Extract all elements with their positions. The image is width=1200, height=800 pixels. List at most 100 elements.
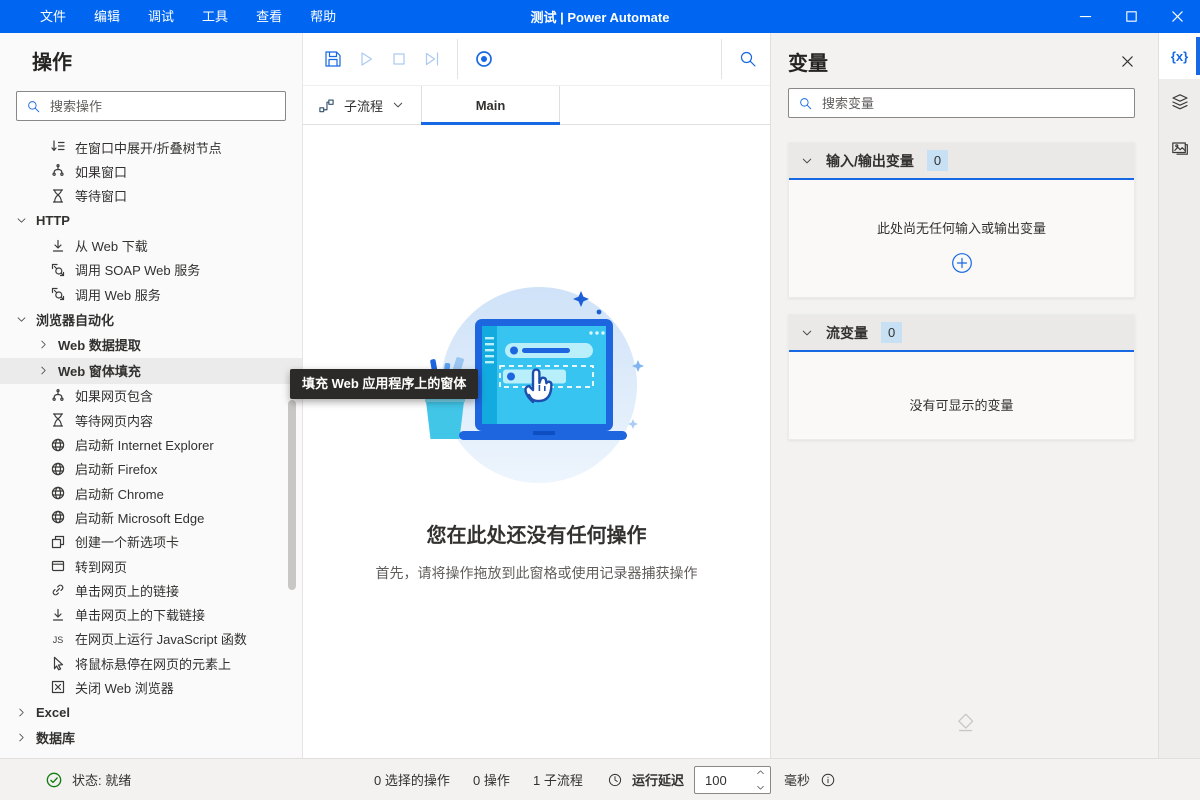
info-icon[interactable]	[820, 772, 836, 788]
tree-item-label: 在窗口中展开/折叠树节点	[75, 138, 222, 157]
spinner-arrows[interactable]	[755, 765, 766, 795]
branch-icon	[50, 163, 66, 179]
actions-tree: 在窗口中展开/折叠树节点如果窗口等待窗口 HTTP 从 Web 下载调用 SOAP …	[0, 135, 302, 751]
tree-action-item[interactable]: 启动新 Internet Explorer	[0, 432, 302, 456]
maximize-button[interactable]	[1108, 0, 1154, 33]
tree-action-item[interactable]: 如果窗口	[0, 159, 302, 183]
tree-action-item[interactable]: 调用 Web 服务	[0, 282, 302, 306]
tree-action-item[interactable]: 启动新 Microsoft Edge	[0, 505, 302, 529]
add-variable-button[interactable]	[951, 252, 973, 274]
chevron-right-icon	[16, 707, 27, 718]
actions-scrollbar-thumb[interactable]	[288, 400, 296, 590]
stop-button[interactable]	[382, 43, 415, 76]
menu-item-1[interactable]: 编辑	[80, 0, 134, 33]
variables-title: 变量	[788, 47, 828, 76]
rail-item-images[interactable]	[1159, 125, 1200, 171]
tree-action-item[interactable]: 等待窗口	[0, 184, 302, 208]
tree-action-item[interactable]: 在窗口中展开/折叠树节点	[0, 135, 302, 159]
run-delay-spinner	[694, 766, 771, 794]
tree-group-item[interactable]: HTTP	[0, 208, 302, 234]
tree-action-item[interactable]: 调用 SOAP Web 服务	[0, 258, 302, 282]
chevron-right-icon	[38, 339, 49, 350]
delay-unit: 毫秒	[784, 770, 810, 789]
status-count-0: 0 选择的操作	[374, 759, 450, 800]
tree-action-item[interactable]: 启动新 Firefox	[0, 457, 302, 481]
tree-action-item[interactable]: 单击网页上的链接	[0, 578, 302, 602]
menu-item-3[interactable]: 工具	[188, 0, 242, 33]
variables-section-label: 输入/输出变量	[826, 151, 914, 171]
tree-group-item[interactable]: Web 数据提取	[0, 332, 302, 358]
menu-item-0[interactable]: 文件	[26, 0, 80, 33]
tree-action-item[interactable]: 创建一个新选项卡	[0, 530, 302, 554]
tree-action-item[interactable]: 转到网页	[0, 554, 302, 578]
tree-item-label: HTTP	[36, 213, 70, 228]
rail-item-ui-elements[interactable]	[1159, 79, 1200, 125]
statusbar: 状态: 就绪 0 选择的操作0 操作1 子流程 运行延迟 毫秒	[0, 758, 1200, 800]
record-button[interactable]	[467, 43, 500, 76]
chevron-right-icon	[16, 732, 27, 743]
close-box-icon	[50, 679, 66, 695]
tree-action-item[interactable]: JS在网页上运行 JavaScript 函数	[0, 627, 302, 651]
cursor-icon	[50, 655, 66, 671]
run-delay-input[interactable]	[695, 773, 739, 788]
tree-item-label: 将鼠标悬停在网页的元素上	[75, 654, 231, 673]
subflow-icon	[318, 97, 335, 114]
tree-group-item[interactable]: 数据库	[0, 725, 302, 751]
spin-up-icon[interactable]	[755, 765, 766, 780]
tree-group-item[interactable]: 浏览器自动化	[0, 306, 302, 332]
save-button[interactable]	[316, 43, 349, 76]
menu-item-2[interactable]: 调试	[134, 0, 188, 33]
tree-action-item[interactable]: 启动新 Chrome	[0, 481, 302, 505]
variables-empty-text: 没有可显示的变量	[789, 352, 1134, 414]
spin-down-icon[interactable]	[755, 780, 766, 795]
chevron-down-icon	[16, 314, 27, 325]
tree-item-label: 单击网页上的下载链接	[75, 605, 205, 624]
empty-state: 您在此处还没有任何操作 首先，请将操作拖放到此窗格或使用记录器捕获操作	[322, 281, 752, 583]
globe-icon	[50, 461, 66, 477]
close-button[interactable]	[1154, 0, 1200, 33]
tree-item-label: 启动新 Microsoft Edge	[75, 508, 204, 527]
variables-sections: 输入/输出变量0此处尚无任何输入或输出变量流变量0没有可显示的变量	[788, 142, 1135, 440]
menu-item-4[interactable]: 查看	[242, 0, 296, 33]
tree-item-label: 调用 Web 服务	[75, 285, 161, 304]
variables-icon: {x}	[1171, 49, 1188, 64]
tree-action-item[interactable]: 单击网页上的下载链接	[0, 602, 302, 626]
actions-panel-title: 操作	[32, 46, 302, 75]
run-next-button[interactable]	[415, 43, 448, 76]
tab-main[interactable]: Main	[421, 86, 560, 124]
toolbar-search-button[interactable]	[731, 43, 764, 76]
side-rail: {x}	[1158, 33, 1200, 758]
variables-count-badge: 0	[881, 322, 902, 343]
minimize-button[interactable]	[1062, 0, 1108, 33]
chevron-down-icon	[801, 327, 813, 339]
variables-section-header[interactable]: 输入/输出变量0	[789, 143, 1134, 180]
close-icon[interactable]	[1120, 54, 1135, 69]
clock-icon	[607, 772, 623, 788]
tree-item-label: Web 数据提取	[58, 335, 141, 354]
tree-action-item[interactable]: 关闭 Web 浏览器	[0, 675, 302, 699]
tree-item-label: 数据库	[36, 728, 75, 747]
variables-section-header[interactable]: 流变量0	[789, 315, 1134, 352]
tree-group-item[interactable]: Web 窗体填充	[0, 358, 302, 384]
tree-group-item[interactable]: Excel	[0, 700, 302, 726]
run-button[interactable]	[349, 43, 382, 76]
variables-search-input[interactable]	[822, 96, 1125, 111]
tree-item-label: 如果网页包含	[75, 386, 153, 405]
menu-item-5[interactable]: 帮助	[296, 0, 350, 33]
tree-action-item[interactable]: 将鼠标悬停在网页的元素上	[0, 651, 302, 675]
tree-action-item[interactable]: 等待网页内容	[0, 408, 302, 432]
subflow-tabs: Main	[421, 86, 560, 124]
js-icon: JS	[50, 631, 66, 647]
menubar: 文件编辑调试工具查看帮助	[0, 0, 350, 33]
tree-item-label: 启动新 Firefox	[75, 459, 157, 478]
subflow-dropdown[interactable]: 子流程	[303, 86, 421, 124]
tree-item-label: 转到网页	[75, 557, 127, 576]
tree-action-item[interactable]: 如果网页包含	[0, 384, 302, 408]
branch-icon	[50, 388, 66, 404]
rail-item-variables[interactable]: {x}	[1159, 33, 1200, 79]
tree-action-item[interactable]: 从 Web 下载	[0, 233, 302, 257]
actions-search-input[interactable]	[50, 99, 276, 114]
run-delay-label: 运行延迟	[632, 770, 684, 789]
images-icon	[1170, 138, 1190, 158]
flow-canvas[interactable]: 您在此处还没有任何操作 首先，请将操作拖放到此窗格或使用记录器捕获操作	[303, 125, 770, 758]
